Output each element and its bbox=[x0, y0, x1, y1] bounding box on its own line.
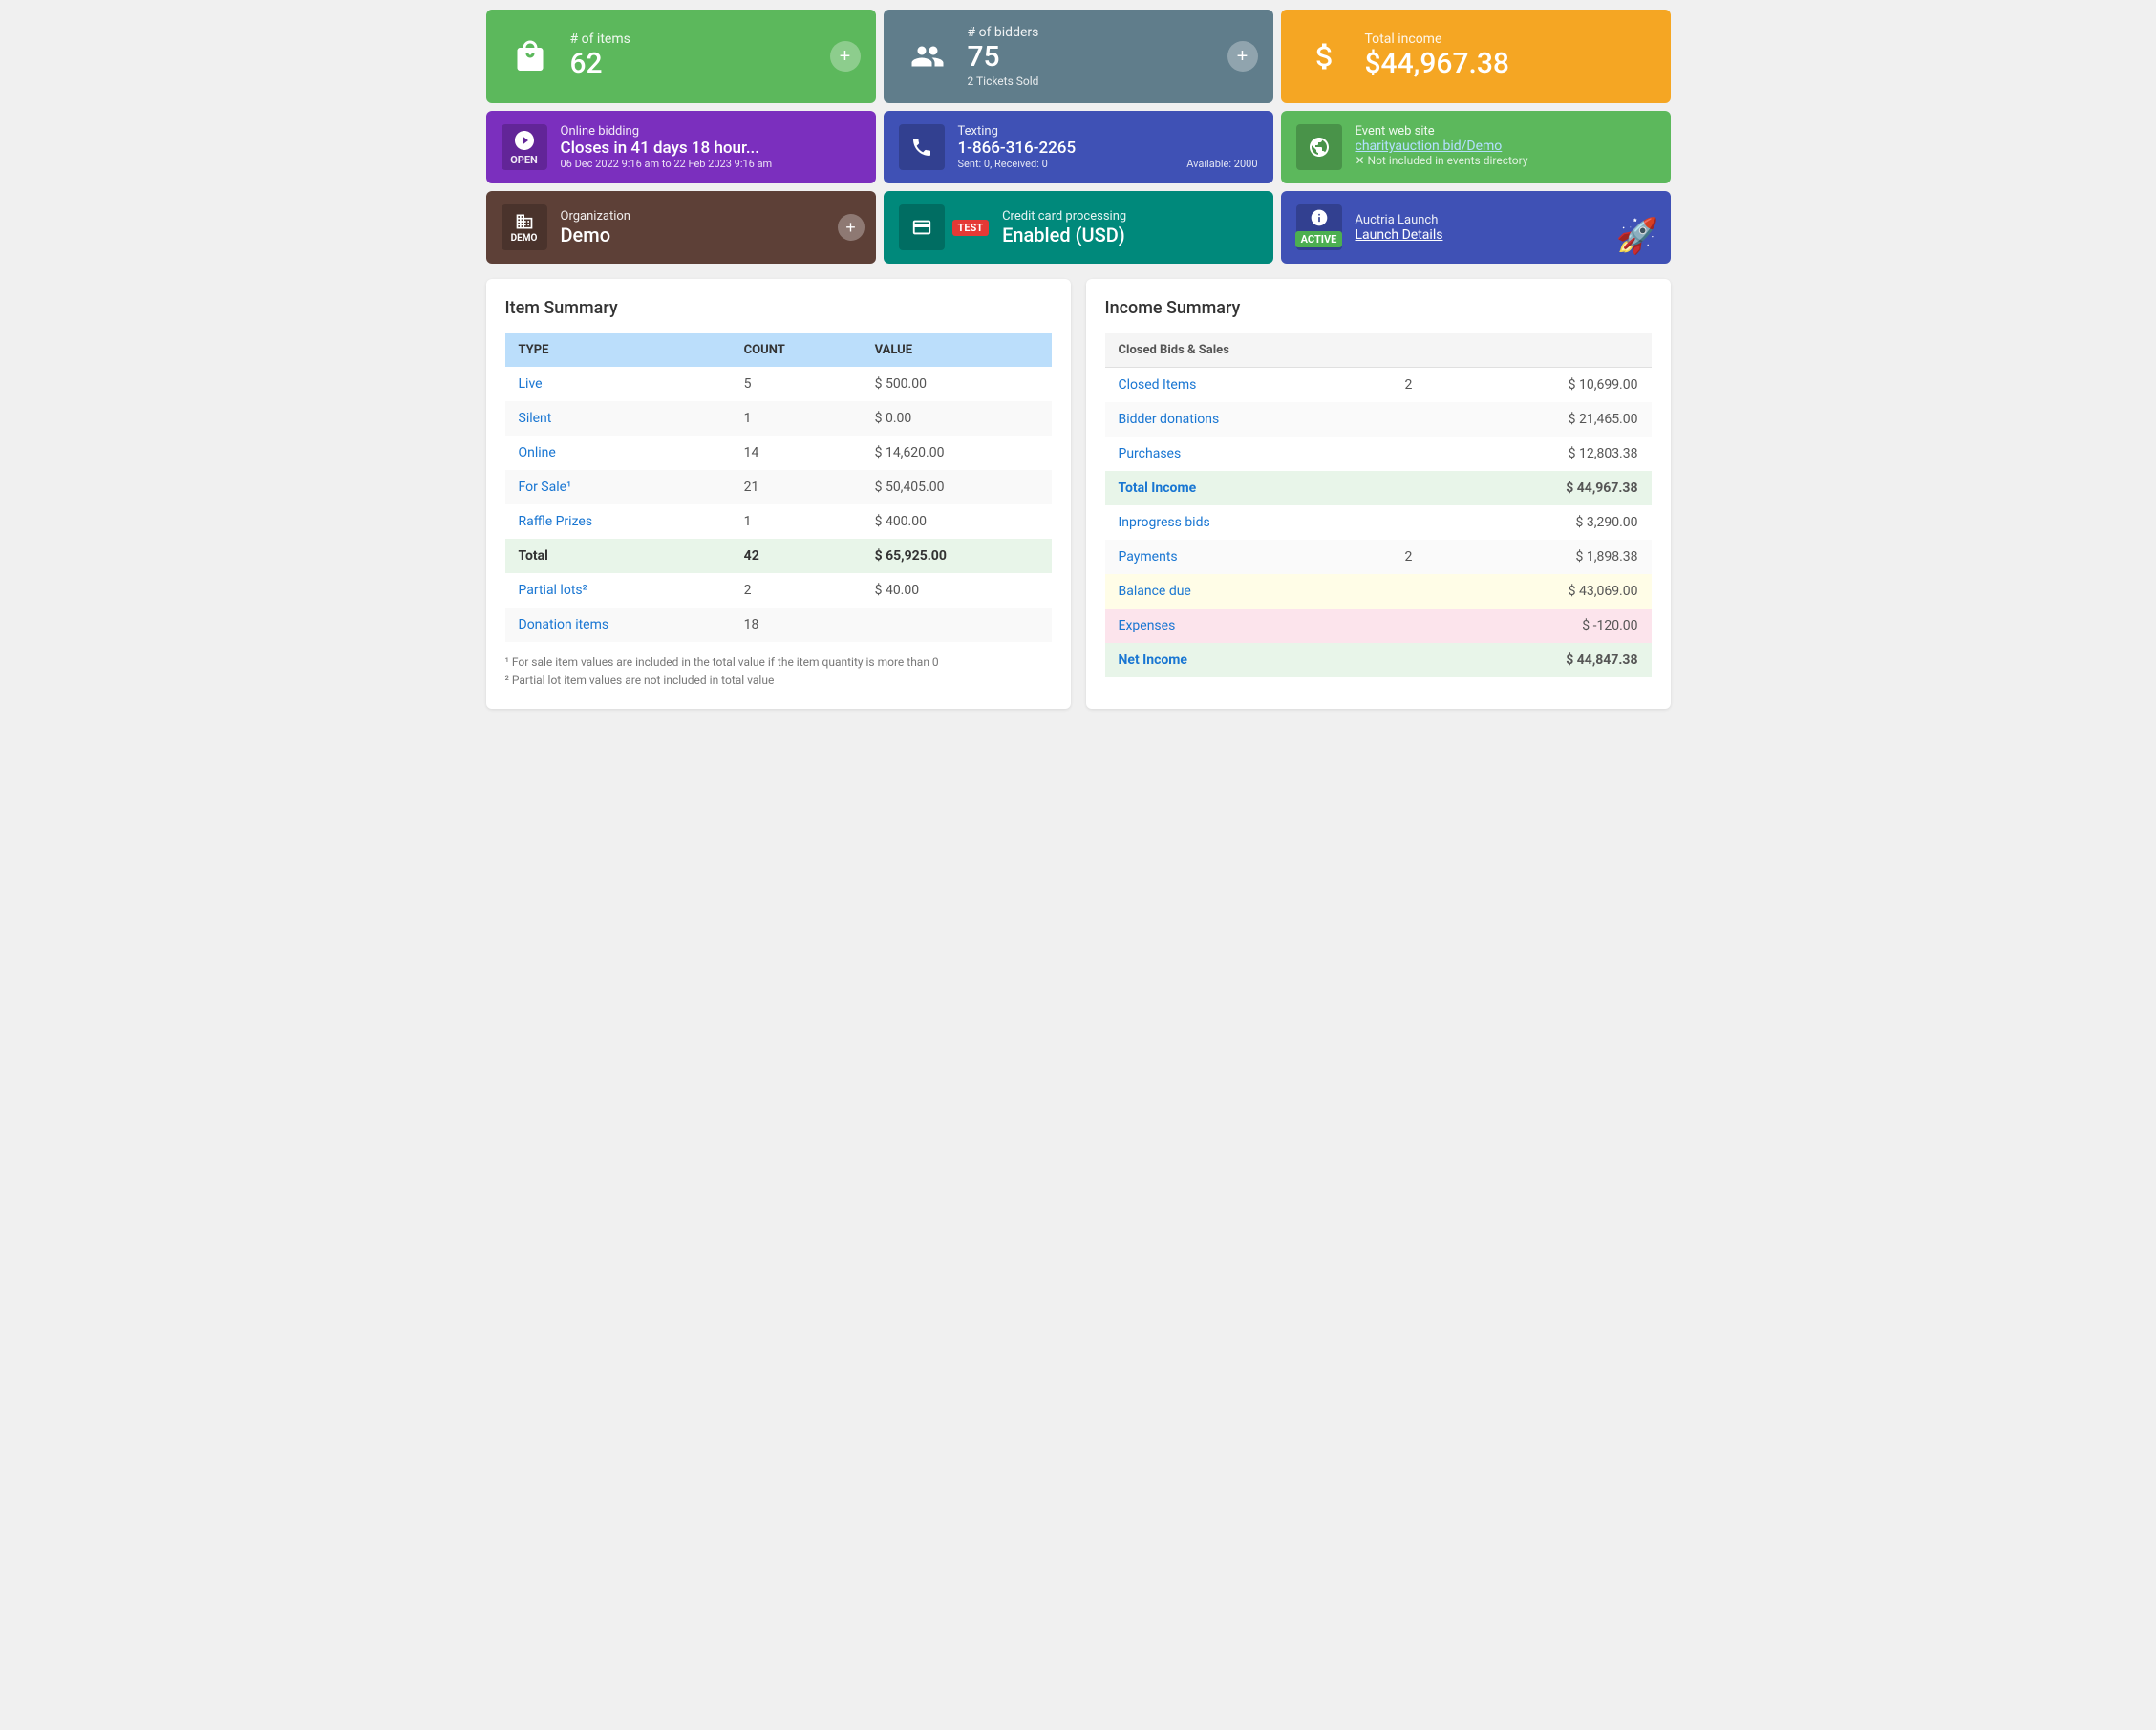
bidders-card-content: # of bidders 75 2 Tickets Sold bbox=[968, 25, 1254, 88]
items-card-content: # of items 62 bbox=[570, 32, 857, 81]
table-row: Raffle Prizes1$ 400.00 bbox=[505, 504, 1052, 539]
org-content: Organization Demo bbox=[561, 209, 861, 246]
website-link[interactable]: charityauction.bid/Demo bbox=[1356, 139, 1655, 154]
table-row: Online14$ 14,620.00 bbox=[505, 436, 1052, 470]
info-icon: ACTIVE bbox=[1296, 204, 1342, 250]
launch-content: Auctria Launch Launch Details bbox=[1356, 213, 1655, 243]
org-label: Organization bbox=[561, 209, 861, 224]
bidders-sub: 2 Tickets Sold bbox=[968, 75, 1254, 88]
col-value: VALUE bbox=[862, 333, 1052, 367]
table-row: Live5$ 500.00 bbox=[505, 367, 1052, 401]
income-card-content: Total income $44,967.38 bbox=[1365, 32, 1652, 81]
table-row: For Sale¹21$ 50,405.00 bbox=[505, 470, 1052, 504]
texting-content: Texting 1-866-316-2265 Sent: 0, Received… bbox=[958, 124, 1258, 170]
income-card: Total income $44,967.38 bbox=[1281, 10, 1671, 103]
items-value: 62 bbox=[570, 47, 857, 81]
texting-card: Texting 1-866-316-2265 Sent: 0, Received… bbox=[884, 111, 1273, 183]
credit-label: Credit card processing bbox=[1002, 209, 1257, 224]
income-row: Purchases$ 12,803.38 bbox=[1105, 437, 1652, 471]
bidding-label: Online bidding bbox=[561, 124, 861, 139]
table-row: Partial lots²2$ 40.00 bbox=[505, 573, 1052, 608]
active-badge: ACTIVE bbox=[1295, 231, 1343, 247]
credit-value: Enabled (USD) bbox=[1002, 224, 1257, 246]
globe-icon bbox=[1296, 124, 1342, 170]
income-summary-title: Income Summary bbox=[1105, 298, 1652, 318]
items-label: # of items bbox=[570, 32, 857, 47]
website-label: Event web site bbox=[1356, 124, 1655, 139]
test-badge: TEST bbox=[952, 220, 990, 236]
org-add-button[interactable]: + bbox=[838, 214, 865, 241]
table-row: Donation items18 bbox=[505, 608, 1052, 642]
shopping-bag-icon bbox=[505, 32, 555, 81]
bidders-card: # of bidders 75 2 Tickets Sold + bbox=[884, 10, 1273, 103]
income-row: Bidder donations$ 21,465.00 bbox=[1105, 402, 1652, 437]
launch-label: Auctria Launch bbox=[1356, 213, 1655, 227]
col-type: TYPE bbox=[505, 333, 731, 367]
items-add-button[interactable]: + bbox=[830, 41, 861, 72]
credit-icon bbox=[899, 204, 945, 250]
org-value: Demo bbox=[561, 224, 861, 246]
income-row: Total Income$ 44,967.38 bbox=[1105, 471, 1652, 505]
item-summary: Item Summary TYPE COUNT VALUE Live5$ 500… bbox=[486, 279, 1071, 709]
website-note: ✕ Not included in events directory bbox=[1356, 154, 1655, 167]
income-row: Expenses$ -120.00 bbox=[1105, 609, 1652, 643]
income-row: Net Income$ 44,847.38 bbox=[1105, 643, 1652, 677]
income-summary: Income Summary Closed Bids & Sales Close… bbox=[1086, 279, 1671, 709]
bidders-value: 75 bbox=[968, 40, 1254, 75]
dollar-icon bbox=[1300, 32, 1350, 81]
website-content: Event web site charityauction.bid/Demo ✕… bbox=[1356, 124, 1655, 167]
bidding-value: Closes in 41 days 18 hour... bbox=[561, 139, 861, 158]
credit-content: Credit card processing Enabled (USD) bbox=[1002, 209, 1257, 246]
col-count: COUNT bbox=[731, 333, 862, 367]
credit-card: TEST Credit card processing Enabled (USD… bbox=[884, 191, 1273, 264]
demo-badge: DEMO bbox=[511, 233, 538, 244]
income-label: Total income bbox=[1365, 32, 1652, 47]
footnote: ¹ For sale item values are included in t… bbox=[505, 653, 1052, 672]
income-value: $44,967.38 bbox=[1365, 47, 1652, 81]
bidders-add-button[interactable]: + bbox=[1227, 41, 1258, 72]
items-card: # of items 62 + bbox=[486, 10, 876, 103]
website-card: Event web site charityauction.bid/Demo ✕… bbox=[1281, 111, 1671, 183]
footnote: ² Partial lot item values are not includ… bbox=[505, 672, 1052, 690]
income-section-label: Closed Bids & Sales bbox=[1105, 333, 1652, 368]
rocket-icon: 🚀 bbox=[1616, 216, 1659, 256]
table-row: Silent1$ 0.00 bbox=[505, 401, 1052, 436]
open-badge: OPEN bbox=[510, 152, 538, 166]
income-row: Payments2$ 1,898.38 bbox=[1105, 540, 1652, 574]
texting-sub2: Available: 2000 bbox=[1186, 158, 1257, 170]
texting-label: Texting bbox=[958, 124, 1258, 139]
org-icon: DEMO bbox=[502, 204, 547, 250]
income-row: Balance due$ 43,069.00 bbox=[1105, 574, 1652, 609]
org-card: DEMO Organization Demo + bbox=[486, 191, 876, 264]
income-row: Inprogress bids$ 3,290.00 bbox=[1105, 505, 1652, 540]
bidding-card: OPEN Online bidding Closes in 41 days 18… bbox=[486, 111, 876, 183]
bidders-label: # of bidders bbox=[968, 25, 1254, 40]
bidding-sub: 06 Dec 2022 9:16 am to 22 Feb 2023 9:16 … bbox=[561, 158, 861, 170]
phone-icon bbox=[899, 124, 945, 170]
launch-card: ACTIVE Auctria Launch Launch Details 🚀 bbox=[1281, 191, 1671, 264]
bidding-content: Online bidding Closes in 41 days 18 hour… bbox=[561, 124, 861, 170]
texting-number: 1-866-316-2265 bbox=[958, 139, 1258, 158]
bidding-icon: OPEN bbox=[502, 124, 547, 170]
table-row: Total42$ 65,925.00 bbox=[505, 539, 1052, 573]
launch-link[interactable]: Launch Details bbox=[1356, 227, 1655, 243]
texting-sub1: Sent: 0, Received: 0 bbox=[958, 158, 1048, 170]
item-summary-title: Item Summary bbox=[505, 298, 1052, 318]
income-row: Closed Items2$ 10,699.00 bbox=[1105, 368, 1652, 402]
bidders-icon bbox=[903, 32, 952, 81]
